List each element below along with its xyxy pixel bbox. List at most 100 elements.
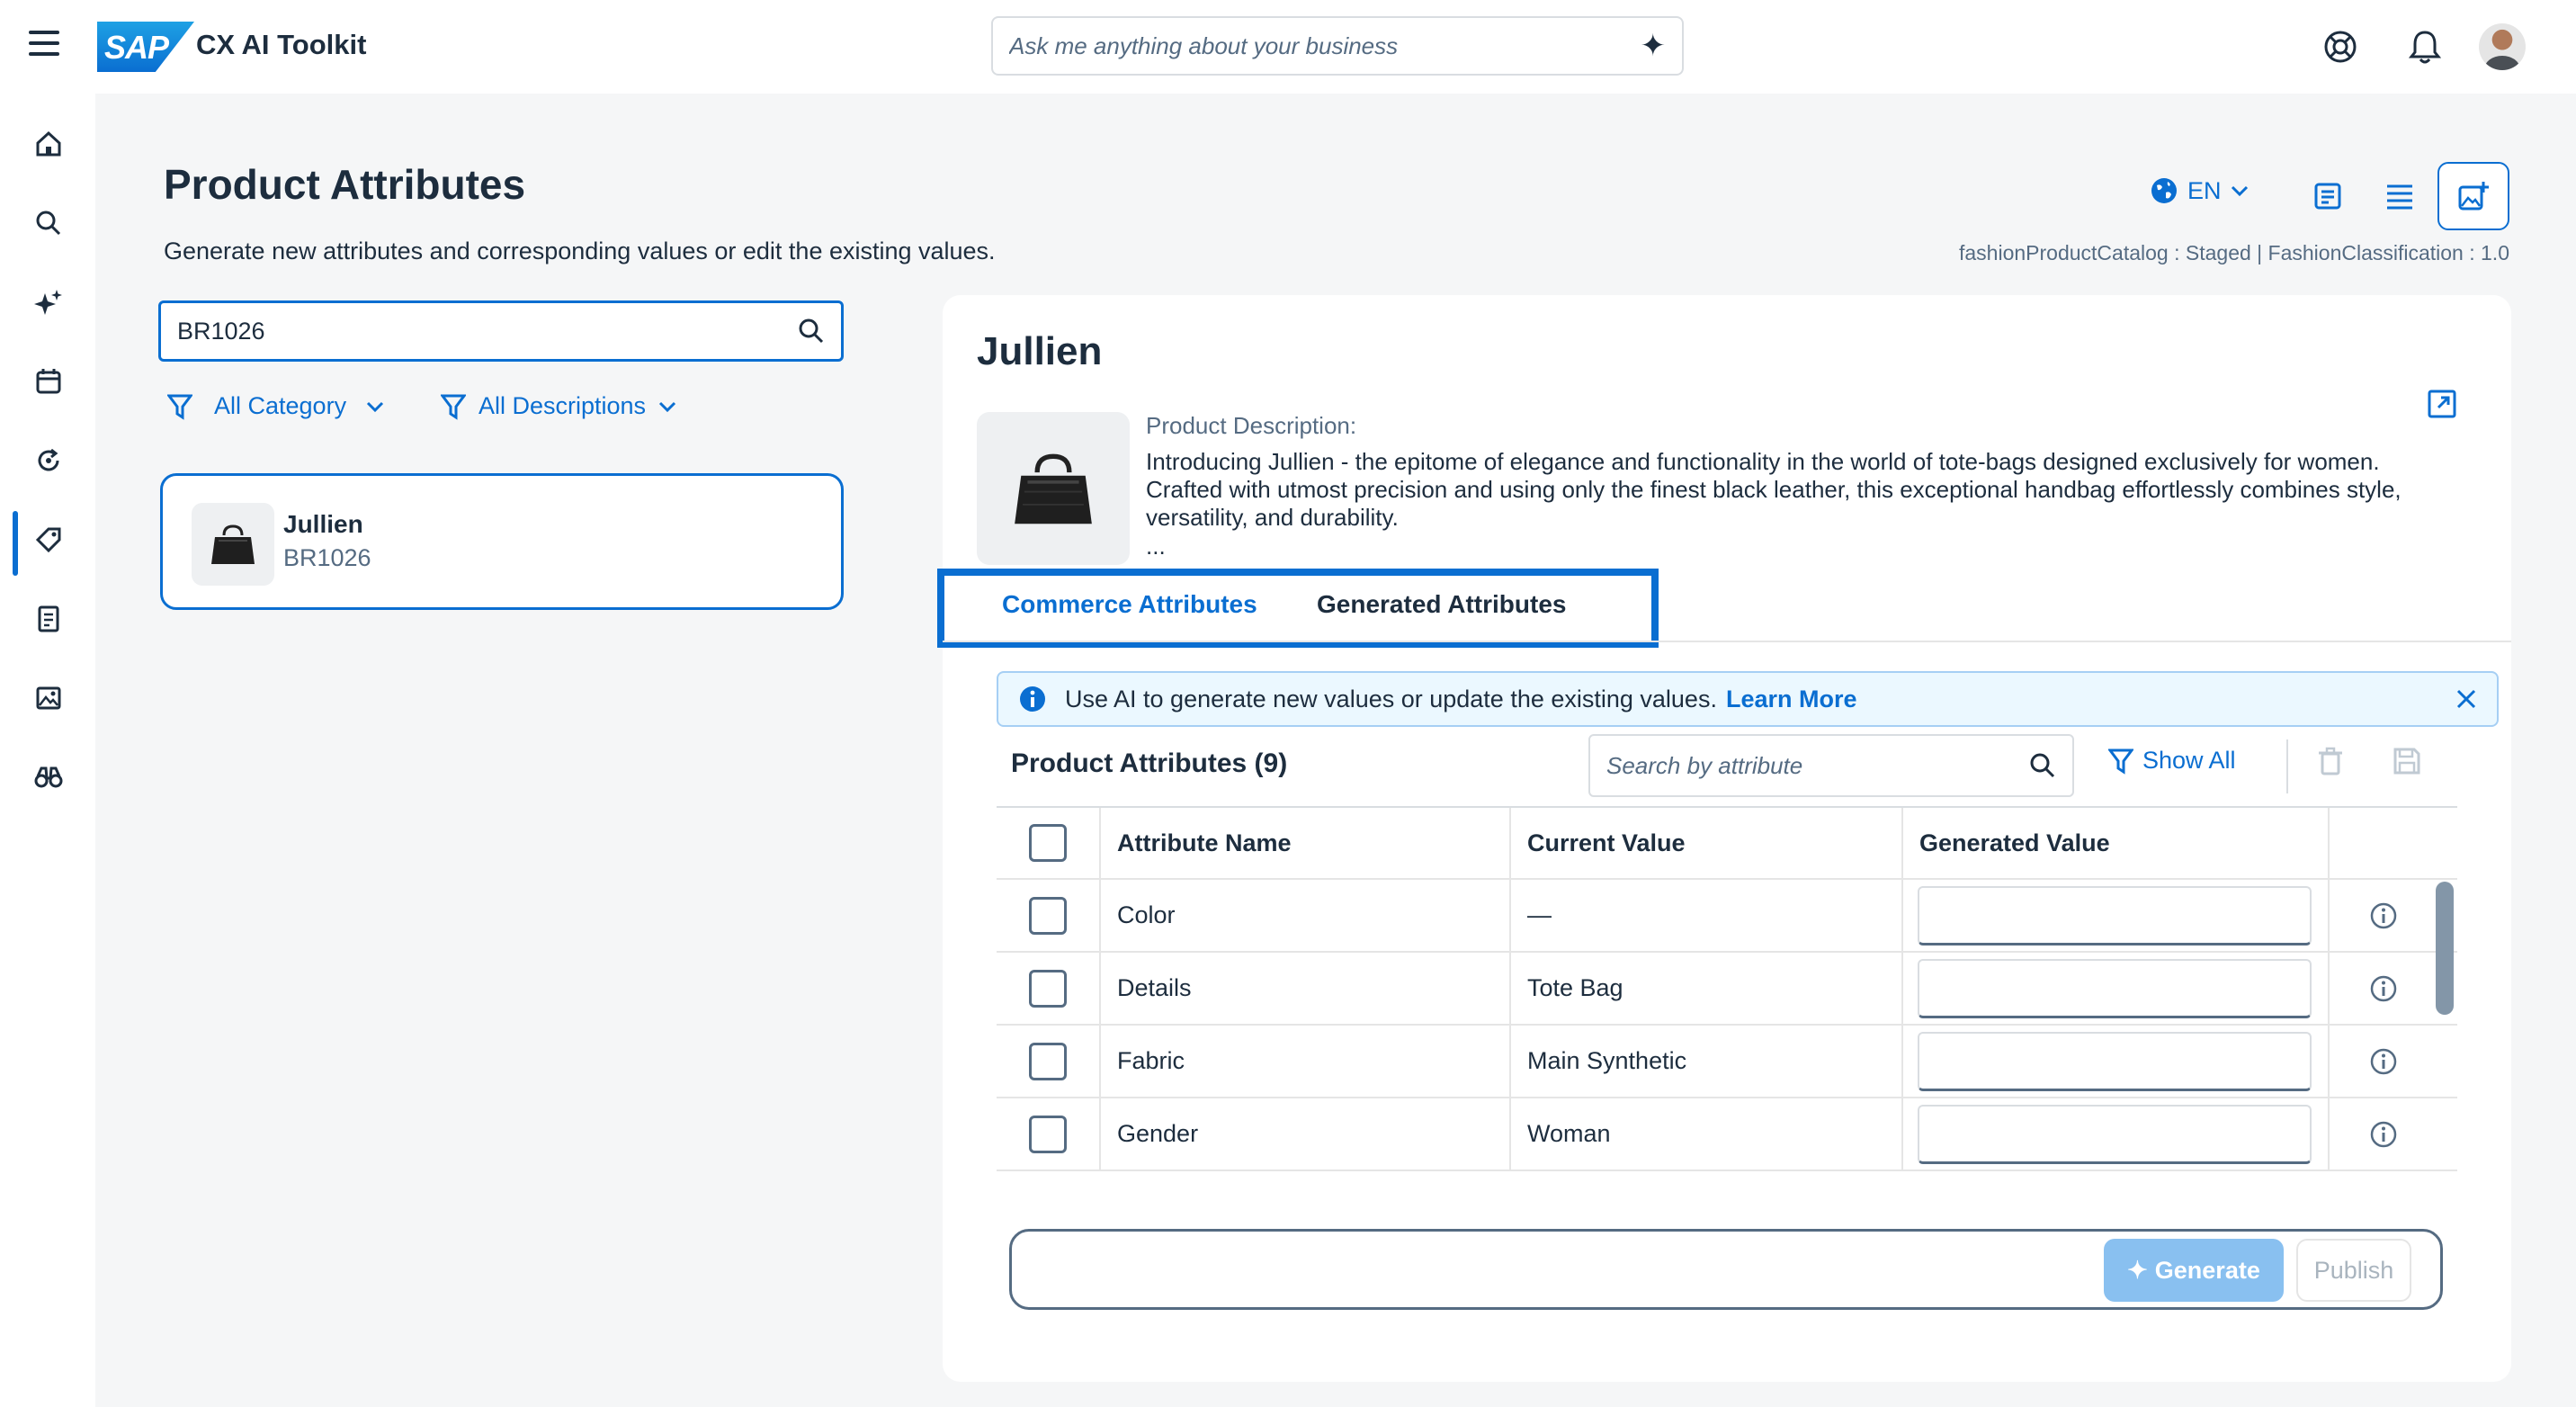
row-info-cell [2330, 1098, 2437, 1170]
sparkle-icon: ✦ [2127, 1256, 2148, 1284]
help-icon[interactable] [2321, 27, 2360, 67]
view-image-button[interactable] [2437, 162, 2509, 230]
generated-value-input[interactable] [1918, 958, 2312, 1018]
ask-ai-field[interactable]: ✦ [991, 16, 1684, 76]
save-icon[interactable] [2393, 747, 2421, 775]
table-row[interactable]: Fabric Main Synthetic [997, 1026, 2457, 1098]
chevron-down-icon [658, 400, 676, 413]
language-selector[interactable]: EN [2150, 176, 2249, 205]
column-header-current-value[interactable]: Current Value [1511, 808, 1903, 878]
select-all-checkbox[interactable] [1029, 824, 1067, 862]
row-select-cell [997, 1098, 1101, 1170]
info-outline-icon[interactable] [2369, 1047, 2398, 1076]
description-more[interactable]: ... [1146, 533, 1166, 560]
chevron-down-icon [366, 400, 384, 413]
search-icon[interactable] [2029, 752, 2056, 779]
category-filter-label: All Category [214, 392, 347, 419]
text-view-icon [2312, 181, 2343, 211]
ask-ai-input[interactable] [1009, 31, 1641, 60]
sparkle-icon[interactable]: ✦ [1641, 28, 1667, 64]
attribute-name: Gender [1101, 1098, 1511, 1170]
tab-commerce-attributes[interactable]: Commerce Attributes [1002, 590, 1257, 619]
list-icon [2384, 183, 2415, 210]
nav-home-icon[interactable] [16, 112, 81, 176]
generate-button-label: Generate [2154, 1256, 2260, 1284]
attribute-name: Fabric [1101, 1026, 1511, 1097]
nav-document-icon[interactable] [16, 587, 81, 651]
action-bar: ✦ Generate Publish [1009, 1229, 2443, 1310]
category-filter[interactable]: All Category [167, 392, 384, 420]
description-filter-label: All Descriptions [479, 392, 647, 419]
attribute-name: Details [1101, 953, 1511, 1024]
product-search-input[interactable] [177, 317, 798, 345]
product-list-item[interactable]: Jullien BR1026 [160, 473, 844, 610]
show-all-button[interactable]: Show All [2108, 747, 2236, 775]
current-value: Woman [1511, 1098, 1903, 1170]
user-avatar[interactable] [2479, 23, 2526, 70]
info-outline-icon[interactable] [2369, 901, 2398, 930]
add-image-icon [2457, 180, 2490, 212]
nav-sparkle-icon[interactable] [16, 270, 81, 335]
info-outline-icon[interactable] [2369, 974, 2398, 1003]
search-icon[interactable] [798, 318, 825, 345]
attribute-search-input[interactable] [1606, 751, 2029, 780]
nav-calendar-icon[interactable] [16, 349, 81, 414]
learn-more-link[interactable]: Learn More [1726, 686, 1857, 713]
generated-value-cell [1903, 1026, 2330, 1097]
product-detail-title: Jullien [977, 329, 1103, 373]
info-icon [1018, 685, 1047, 713]
globe-icon [2150, 176, 2178, 205]
page-title: Product Attributes [164, 161, 526, 208]
toolbar-separator [2286, 739, 2288, 793]
product-thumbnail [192, 503, 274, 586]
product-search-field[interactable] [158, 300, 844, 362]
sap-logo: SAP [97, 22, 194, 72]
row-select-cell [997, 880, 1101, 951]
bell-icon[interactable] [2405, 27, 2445, 67]
filter-icon [441, 393, 466, 420]
side-navigation [0, 94, 95, 1407]
column-header-generated-value[interactable]: Generated Value [1903, 808, 2330, 878]
generated-value-input[interactable] [1918, 885, 2312, 945]
nav-image-icon[interactable] [16, 666, 81, 730]
nav-binoculars-icon[interactable] [16, 745, 81, 810]
delete-icon[interactable] [2317, 747, 2344, 775]
attribute-name: Color [1101, 880, 1511, 951]
row-checkbox[interactable] [1029, 1042, 1067, 1080]
info-outline-icon[interactable] [2369, 1120, 2398, 1149]
nav-tag-icon[interactable] [13, 507, 81, 576]
expand-icon[interactable] [2427, 389, 2457, 419]
row-checkbox[interactable] [1029, 896, 1067, 935]
row-info-cell [2330, 880, 2437, 951]
row-checkbox[interactable] [1029, 969, 1067, 1008]
generated-value-cell [1903, 1098, 2330, 1170]
description-label: Product Description: [1146, 412, 1357, 439]
nav-search-icon[interactable] [16, 191, 81, 255]
tab-generated-attributes[interactable]: Generated Attributes [1317, 590, 1566, 619]
close-icon[interactable] [2455, 688, 2477, 710]
generate-button[interactable]: ✦ Generate [2104, 1239, 2284, 1302]
tab-divider [943, 641, 2511, 642]
menu-icon[interactable] [29, 31, 61, 63]
view-description-button[interactable] [2292, 162, 2364, 230]
product-description: Introducing Jullien - the epitome of ele… [1146, 448, 2402, 531]
description-filter[interactable]: All Descriptions [441, 392, 676, 420]
info-message-strip: Use AI to generate new values or update … [997, 671, 2499, 727]
table-row[interactable]: Details Tote Bag [997, 953, 2457, 1026]
table-row[interactable]: Gender Woman [997, 1098, 2457, 1171]
publish-button[interactable]: Publish [2296, 1239, 2411, 1302]
product-code: BR1026 [283, 544, 371, 571]
view-list-button[interactable] [2364, 162, 2436, 230]
nav-refresh-icon[interactable] [16, 428, 81, 493]
column-header-attribute-name[interactable]: Attribute Name [1101, 808, 1511, 878]
info-message-text: Use AI to generate new values or update … [1065, 685, 1717, 712]
generated-value-input[interactable] [1918, 1031, 2312, 1091]
attribute-search-field[interactable] [1588, 734, 2074, 797]
table-row[interactable]: Color — [997, 880, 2457, 953]
table-scrollbar[interactable] [2436, 882, 2454, 1015]
row-checkbox[interactable] [1029, 1115, 1067, 1153]
shell-bar: SAP CX AI Toolkit ✦ [0, 0, 2576, 94]
generated-value-input[interactable] [1918, 1104, 2312, 1164]
filter-icon [167, 393, 192, 420]
table-header-row: Attribute Name Current Value Generated V… [997, 806, 2457, 880]
